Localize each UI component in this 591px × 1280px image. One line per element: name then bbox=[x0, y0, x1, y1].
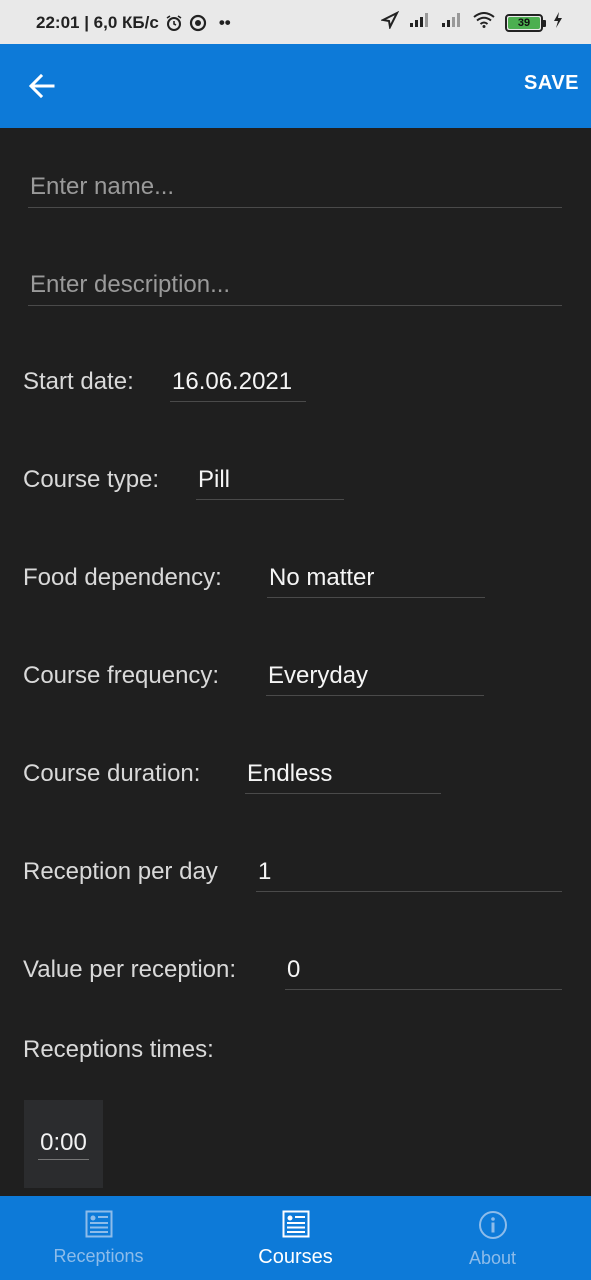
nav-label-about: About bbox=[468, 1248, 517, 1268]
reception-time-chip[interactable]: 0:00 bbox=[24, 1100, 103, 1188]
nav-label-courses: Courses bbox=[258, 1246, 333, 1268]
app-bar: SAVE bbox=[0, 44, 591, 128]
course-type-row: Course type: Pill bbox=[23, 460, 344, 500]
course-frequency-select[interactable]: Everyday bbox=[266, 656, 484, 696]
course-duration-select[interactable]: Endless bbox=[245, 754, 441, 794]
nav-item-receptions[interactable]: Receptions bbox=[0, 1196, 197, 1280]
description-field-container bbox=[28, 260, 562, 306]
document-list-icon bbox=[282, 1210, 309, 1238]
sync-icon bbox=[189, 14, 207, 32]
save-button[interactable]: SAVE bbox=[524, 72, 579, 95]
course-type-select[interactable]: Pill bbox=[196, 460, 344, 500]
start-date-row: Start date: 16.06.2021 bbox=[23, 362, 306, 402]
back-button[interactable] bbox=[20, 64, 64, 108]
document-list-icon bbox=[85, 1210, 112, 1238]
reception-per-day-row: Reception per day 1 bbox=[23, 852, 562, 892]
course-frequency-row: Course frequency: Everyday bbox=[23, 656, 484, 696]
food-dependency-label: Food dependency: bbox=[23, 564, 222, 591]
nav-item-about[interactable]: About bbox=[394, 1196, 591, 1280]
status-bar: 22:01 | 6,0 КБ/с •• 39 bbox=[0, 0, 591, 44]
arrow-left-icon bbox=[28, 73, 55, 99]
course-duration-label: Course duration: bbox=[23, 760, 201, 787]
status-time: 22:01 | 6,0 КБ/с bbox=[36, 13, 159, 32]
food-dependency-row: Food dependency: No matter bbox=[23, 558, 485, 598]
charging-icon bbox=[553, 12, 563, 33]
bottom-nav: Receptions Courses About bbox=[0, 1196, 591, 1280]
location-icon bbox=[379, 10, 400, 34]
reception-per-day-label: Reception per day bbox=[23, 858, 218, 885]
signal-icon bbox=[441, 12, 463, 33]
value-per-reception-label: Value per reception: bbox=[23, 956, 237, 983]
info-circle-icon bbox=[478, 1211, 507, 1239]
course-duration-row: Course duration: Endless bbox=[23, 754, 441, 794]
status-left: 22:01 | 6,0 КБ/с •• bbox=[36, 13, 231, 33]
battery-level: 39 bbox=[508, 16, 540, 29]
receptions-times-label: Receptions times: bbox=[23, 1036, 214, 1063]
status-dots: •• bbox=[218, 13, 231, 32]
value-per-reception-input[interactable]: 0 bbox=[285, 950, 562, 990]
signal-icon bbox=[409, 12, 431, 33]
food-dependency-select[interactable]: No matter bbox=[267, 558, 485, 598]
nav-item-courses[interactable]: Courses bbox=[197, 1196, 394, 1280]
wifi-icon bbox=[473, 12, 495, 33]
nav-label-receptions: Receptions bbox=[53, 1246, 144, 1266]
value-per-reception-row: Value per reception: 0 bbox=[23, 950, 562, 990]
reception-per-day-input[interactable]: 1 bbox=[256, 852, 562, 892]
start-date-label: Start date: bbox=[23, 368, 134, 395]
name-field-container bbox=[28, 162, 562, 208]
name-input[interactable] bbox=[28, 173, 562, 201]
course-type-label: Course type: bbox=[23, 466, 160, 493]
battery-icon: 39 bbox=[505, 13, 546, 32]
start-date-picker[interactable]: 16.06.2021 bbox=[170, 362, 306, 402]
alarm-icon bbox=[165, 14, 183, 32]
course-frequency-label: Course frequency: bbox=[23, 662, 220, 689]
status-right: 39 bbox=[379, 10, 563, 34]
description-input[interactable] bbox=[28, 271, 562, 299]
reception-time-value: 0:00 bbox=[38, 1129, 89, 1160]
